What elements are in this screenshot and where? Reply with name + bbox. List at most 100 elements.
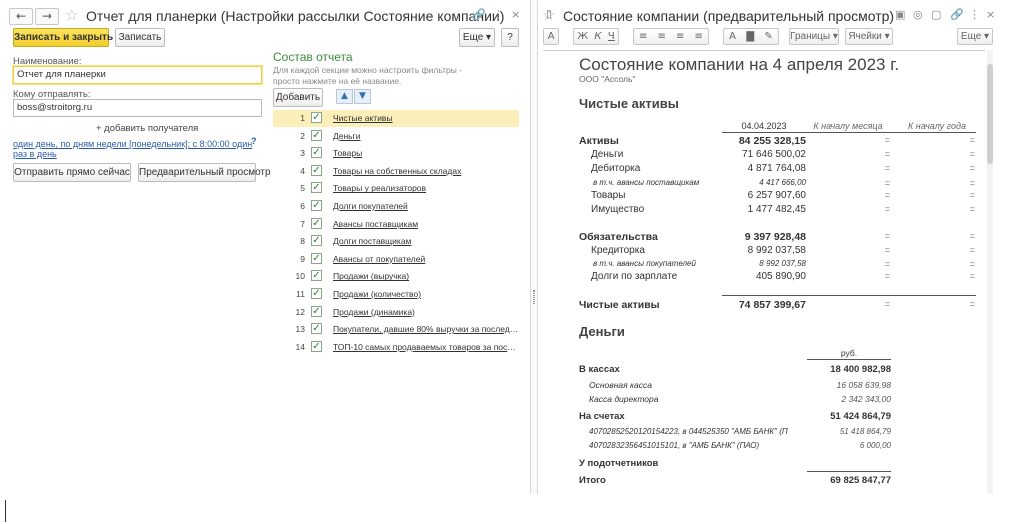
preview-button[interactable]: Предварительный просмотр (138, 163, 271, 182)
back-arrow-icon[interactable]: ← (9, 8, 33, 25)
link-icon[interactable]: 🔗 (472, 8, 486, 21)
section-name-link[interactable]: Авансы поставщикам (333, 219, 519, 229)
section-row[interactable]: 2 ✓ Деньги (273, 128, 519, 145)
help-button[interactable]: ? (501, 28, 519, 47)
row-year: = (969, 178, 975, 188)
italic-icon[interactable]: К (594, 29, 601, 44)
section-name-link[interactable]: Товары у реализаторов (333, 183, 519, 193)
row-value: 4 871 764,08 (747, 163, 806, 174)
splitter-grip[interactable] (533, 290, 535, 304)
row-number: 13 (295, 324, 305, 335)
more-dropdown[interactable]: Еще ▾ (957, 28, 993, 45)
favorite-star-icon[interactable]: ☆ (542, 6, 555, 24)
section-name-link[interactable]: Чистые активы (333, 113, 519, 123)
vertical-scrollbar[interactable] (987, 50, 993, 494)
money-label: 40702832356451015101, в "АМБ БАНК" (ПАО) (589, 441, 760, 450)
row-number: 14 (295, 341, 305, 352)
close-icon[interactable]: × (986, 8, 995, 21)
underline-icon[interactable]: Ч (608, 29, 615, 44)
more-menu-icon[interactable]: ⋮ (493, 8, 504, 21)
section-name-link[interactable]: ТОП-10 самых продаваемых товаров за посл… (333, 342, 519, 352)
name-field[interactable]: Отчет для планерки (13, 66, 262, 84)
more-menu-icon[interactable]: ⋮ (969, 8, 980, 21)
save-icon[interactable]: ▣ (895, 8, 905, 21)
section-name-link[interactable]: Товары (333, 148, 519, 158)
checkbox[interactable]: ✓ (311, 112, 322, 123)
section-row[interactable]: 6 ✓ Долги покупателей (273, 198, 519, 215)
section-row[interactable]: 12 ✓ Продажи (динамика) (273, 304, 519, 321)
save-and-close-button[interactable]: Записать и закрыть (13, 28, 113, 47)
checkbox[interactable]: ✓ (311, 340, 322, 352)
add-section-button[interactable]: Добавить (273, 88, 323, 107)
forward-arrow-icon[interactable]: → (35, 8, 59, 25)
send-now-button[interactable]: Отправить прямо сейчас (13, 163, 131, 182)
row-value: 71 646 500,02 (742, 149, 806, 160)
section-row[interactable]: 8 ✓ Долги поставщикам (273, 233, 519, 250)
scrollbar-thumb[interactable] (987, 64, 993, 164)
align-center-icon[interactable]: ≡ (658, 29, 666, 44)
section-name-link[interactable]: Покупатели, давшие 80% выручки за послед… (333, 324, 519, 334)
section-name-link[interactable]: Долги покупателей (333, 201, 519, 211)
text-color-icon[interactable]: A (729, 29, 736, 44)
checkbox[interactable]: ✓ (311, 252, 322, 264)
borders-dropdown[interactable]: Границы ▾ (789, 28, 839, 45)
section-name-link[interactable]: Продажи (выручка) (333, 271, 519, 281)
row-number: 6 (300, 201, 305, 211)
section-row[interactable]: 5 ✓ Товары у реализаторов (273, 180, 519, 197)
recipient-field[interactable]: boss@stroitorg.ru (13, 99, 262, 117)
composition-title: Состав отчета (273, 50, 353, 64)
section-name-link[interactable]: Деньги (333, 131, 519, 141)
checkbox[interactable]: ✓ (311, 323, 322, 335)
row-year: = (969, 231, 975, 241)
section-row[interactable]: 14 ✓ ТОП-10 самых продаваемых товаров за п… (273, 339, 519, 356)
fill-color-icon[interactable]: ▇ (746, 29, 754, 44)
move-down-icon[interactable]: ▼ (354, 89, 371, 104)
checkbox[interactable]: ✓ (311, 164, 322, 176)
font-icon[interactable]: A (543, 28, 559, 45)
panel-splitter[interactable] (530, 0, 538, 494)
section-row[interactable]: 13 ✓ Покупатели, давшие 80% выручки за пос… (273, 321, 519, 338)
close-icon[interactable]: × (511, 8, 520, 21)
money-value: 18 400 982,98 (830, 364, 891, 375)
section-row[interactable]: 4 ✓ Товары на собственных складах (273, 163, 519, 180)
align-left-icon[interactable]: ≡ (639, 29, 647, 44)
move-up-icon[interactable]: ▲ (336, 89, 353, 104)
section-row[interactable]: 1 ✓ Чистые активы (273, 110, 519, 127)
section-name-link[interactable]: Авансы от покупателей (333, 254, 519, 264)
more-button[interactable]: Еще ▾ (459, 28, 495, 47)
checkbox[interactable]: ✓ (311, 305, 322, 317)
save-button[interactable]: Записать (115, 28, 165, 47)
print-icon[interactable]: ◎ (913, 8, 923, 21)
checkbox[interactable]: ✓ (311, 129, 322, 141)
section-row[interactable]: 11 ✓ Продажи (количество) (273, 286, 519, 303)
section-name-link[interactable]: Товары на собственных складах (333, 166, 519, 176)
add-recipient-link[interactable]: + добавить получателя (96, 123, 198, 134)
image-icon[interactable]: ▢ (931, 8, 941, 21)
checkbox[interactable]: ✓ (311, 217, 322, 229)
align-justify-icon[interactable]: ≡ (695, 29, 703, 44)
section-name-link[interactable]: Продажи (динамика) (333, 307, 519, 317)
cells-dropdown[interactable]: Ячейки ▾ (845, 28, 893, 45)
schedule-help-icon[interactable]: ? (251, 136, 257, 146)
link-icon[interactable]: 🔗 (950, 8, 964, 21)
section-row[interactable]: 10 ✓ Продажи (выручка) (273, 268, 519, 285)
checkbox[interactable]: ✓ (311, 147, 322, 159)
section-row[interactable]: 3 ✓ Товары (273, 145, 519, 162)
section-name-link[interactable]: Долги поставщикам (333, 236, 519, 246)
checkbox[interactable]: ✓ (311, 200, 322, 211)
pen-icon[interactable]: ✎ (764, 29, 772, 44)
section-name-link[interactable]: Продажи (количество) (333, 289, 519, 299)
row-year: = (969, 190, 975, 200)
favorite-star-icon[interactable]: ☆ (65, 6, 78, 24)
checkbox[interactable]: ✓ (311, 182, 322, 194)
align-right-icon[interactable]: ≡ (676, 29, 684, 44)
bold-icon[interactable]: Ж (577, 29, 588, 44)
section-row[interactable]: 7 ✓ Авансы поставщикам (273, 216, 519, 233)
schedule-link[interactable]: один день, по дням недели [понедельник];… (13, 139, 253, 159)
checkbox[interactable]: ✓ (311, 288, 322, 299)
checkbox[interactable]: ✓ (311, 270, 322, 282)
row-value: 405 890,90 (755, 271, 806, 282)
checkbox[interactable]: ✓ (311, 235, 322, 247)
section-row[interactable]: 9 ✓ Авансы от покупателей (273, 251, 519, 268)
row-year: = (969, 135, 975, 145)
